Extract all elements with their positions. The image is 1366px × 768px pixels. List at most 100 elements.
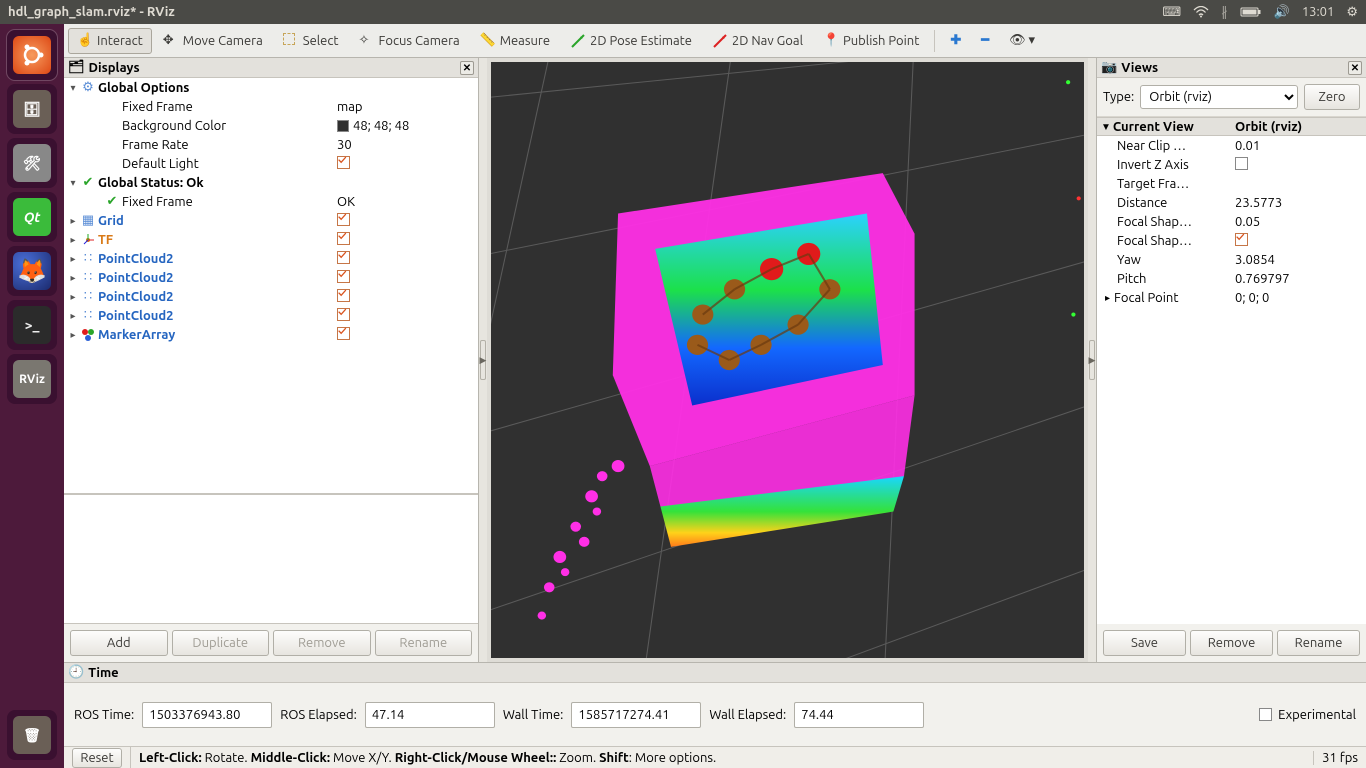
tree-icon: 🗂 — [68, 60, 85, 75]
views-property-row[interactable]: Distance23.5773 — [1097, 193, 1366, 212]
views-type-row: Type: Orbit (rviz) Zero — [1097, 78, 1366, 117]
tree-item[interactable]: Frame Rate30 — [64, 135, 478, 154]
views-property-row[interactable]: Pitch0.769797 — [1097, 269, 1366, 288]
remove-button[interactable]: Remove — [273, 630, 371, 656]
views-header[interactable]: 📷Views ✕ — [1097, 58, 1366, 78]
measure-icon: 📏 — [480, 33, 496, 49]
right-splitter[interactable]: ▶ — [1088, 58, 1096, 662]
wifi-icon[interactable] — [1193, 6, 1209, 18]
visibility-tool[interactable]: 👁 ▾ — [1000, 28, 1044, 54]
bluetooth-icon[interactable]: ∦ — [1221, 5, 1228, 20]
window-title: hdl_graph_slam.rviz* - RViz — [8, 5, 1162, 19]
3d-viewport[interactable] — [491, 62, 1084, 658]
system-tray: ⌨ ∦ 🔊 13:01 ⚙ — [1162, 5, 1358, 20]
views-property-row[interactable]: Focal Shap…0.05 — [1097, 212, 1366, 231]
clock-label[interactable]: 13:01 — [1302, 5, 1335, 19]
tree-item[interactable]: ▸∷PointCloud2 — [64, 306, 478, 325]
move-camera-icon: ✥ — [163, 33, 179, 49]
rename-button[interactable]: Rename — [375, 630, 473, 656]
launcher-rviz[interactable]: RViz — [7, 354, 57, 404]
save-view-button[interactable]: Save — [1103, 630, 1186, 656]
wall-elapsed-field[interactable] — [794, 702, 924, 728]
pose-estimate-icon — [570, 33, 586, 49]
tree-item[interactable]: Default Light — [64, 154, 478, 173]
tree-item[interactable]: ▸∷PointCloud2 — [64, 249, 478, 268]
displays-buttons: Add Duplicate Remove Rename — [64, 624, 478, 662]
tree-item[interactable]: Fixed Framemap — [64, 97, 478, 116]
publish-point-tool[interactable]: 📍 Publish Point — [814, 28, 928, 54]
type-label: Type: — [1103, 90, 1134, 104]
duplicate-button[interactable]: Duplicate — [172, 630, 270, 656]
views-buttons: Save Remove Rename — [1097, 624, 1366, 662]
battery-icon[interactable] — [1240, 6, 1262, 18]
system-menubar: hdl_graph_slam.rviz* - RViz ⌨ ∦ 🔊 13:01 … — [0, 0, 1366, 24]
focus-camera-tool[interactable]: ✧ Focus Camera — [350, 28, 469, 54]
volume-icon[interactable]: 🔊 — [1274, 5, 1290, 20]
zero-button[interactable]: Zero — [1304, 84, 1360, 110]
experimental-checkbox[interactable]: Experimental — [1259, 708, 1356, 722]
rviz-toolbar: ☝ Interact ✥ Move Camera Select ✧ Focus … — [64, 24, 1366, 58]
pose-estimate-tool[interactable]: 2D Pose Estimate — [561, 28, 701, 54]
launcher-settings[interactable]: 🛠 — [7, 138, 57, 188]
views-property-row[interactable]: Focal Shap… — [1097, 231, 1366, 250]
tree-item[interactable]: Background Color48; 48; 48 — [64, 116, 478, 135]
select-tool[interactable]: Select — [274, 28, 348, 54]
viewport-container — [487, 58, 1088, 662]
time-panel: 🕘Time ROS Time: ROS Elapsed: Wall Time: … — [64, 662, 1366, 768]
wall-time-field[interactable] — [571, 702, 701, 728]
displays-close-button[interactable]: ✕ — [460, 61, 474, 75]
launcher-firefox[interactable]: 🦊 — [7, 246, 57, 296]
nav-goal-tool[interactable]: 2D Nav Goal — [703, 28, 812, 54]
focus-camera-icon: ✧ — [359, 33, 375, 49]
views-panel: 📷Views ✕ Type: Orbit (rviz) Zero ▼ Curre… — [1096, 58, 1366, 662]
fps-label: 31 fps — [1313, 751, 1358, 765]
displays-header[interactable]: 🗂Displays ✕ — [64, 58, 478, 78]
view-type-select[interactable]: Orbit (rviz) — [1140, 85, 1298, 109]
time-header[interactable]: 🕘Time — [64, 663, 1366, 683]
ros-time-label: ROS Time: — [74, 708, 134, 722]
remove-view-button[interactable]: Remove — [1190, 630, 1273, 656]
measure-tool[interactable]: 📏 Measure — [471, 28, 559, 54]
tree-item[interactable]: ▸TF — [64, 230, 478, 249]
publish-point-icon: 📍 — [823, 33, 839, 49]
reset-button[interactable]: Reset — [72, 748, 122, 768]
views-property-row[interactable]: Target Fra… — [1097, 174, 1366, 193]
move-camera-tool[interactable]: ✥ Move Camera — [154, 28, 272, 54]
views-tree[interactable]: ▼ Current ViewOrbit (rviz)Near Clip …0.0… — [1097, 117, 1366, 624]
tree-item[interactable]: ▾✔Global Status: Ok — [64, 173, 478, 192]
views-close-button[interactable]: ✕ — [1348, 61, 1362, 75]
displays-tree[interactable]: ▾⚙Global OptionsFixed FramemapBackground… — [64, 78, 478, 494]
add-button[interactable]: Add — [70, 630, 168, 656]
launcher-ubuntu[interactable] — [7, 30, 57, 80]
views-property-row[interactable]: Yaw3.0854 — [1097, 250, 1366, 269]
views-property-row[interactable]: Near Clip …0.01 — [1097, 136, 1366, 155]
clock-icon: 🕘 — [68, 665, 84, 680]
add-display-tool[interactable]: ✚ — [941, 28, 970, 54]
launcher-qt[interactable]: Qt — [7, 192, 57, 242]
views-property-row[interactable]: Invert Z Axis — [1097, 155, 1366, 174]
toolbar-separator — [934, 30, 935, 52]
wall-time-label: Wall Time: — [503, 708, 564, 722]
launcher-files[interactable]: 🗄 — [7, 84, 57, 134]
ros-elapsed-field[interactable] — [365, 702, 495, 728]
displays-description — [64, 494, 478, 624]
left-splitter[interactable]: ▶ — [479, 58, 487, 662]
select-icon — [283, 33, 299, 49]
tree-item[interactable]: ▾⚙Global Options — [64, 78, 478, 97]
status-bar: Reset Left-Click: Rotate. Middle-Click: … — [64, 746, 1366, 768]
tree-item[interactable]: ▸MarkerArray — [64, 325, 478, 344]
tree-item[interactable]: ✔Fixed FrameOK — [64, 192, 478, 211]
gear-icon[interactable]: ⚙ — [1346, 5, 1358, 20]
interact-tool[interactable]: ☝ Interact — [68, 28, 152, 54]
views-header-row[interactable]: ▼ Current ViewOrbit (rviz) — [1097, 117, 1366, 136]
keyboard-icon[interactable]: ⌨ — [1162, 5, 1181, 20]
rename-view-button[interactable]: Rename — [1277, 630, 1360, 656]
views-property-row[interactable]: ▸Focal Point0; 0; 0 — [1097, 288, 1366, 307]
launcher-trash[interactable]: 🗑 — [7, 710, 57, 760]
remove-display-tool[interactable]: ━ — [972, 28, 998, 54]
tree-item[interactable]: ▸∷PointCloud2 — [64, 268, 478, 287]
launcher-terminal[interactable]: >_ — [7, 300, 57, 350]
tree-item[interactable]: ▸∷PointCloud2 — [64, 287, 478, 306]
tree-item[interactable]: ▸▦Grid — [64, 211, 478, 230]
ros-time-field[interactable] — [142, 702, 272, 728]
